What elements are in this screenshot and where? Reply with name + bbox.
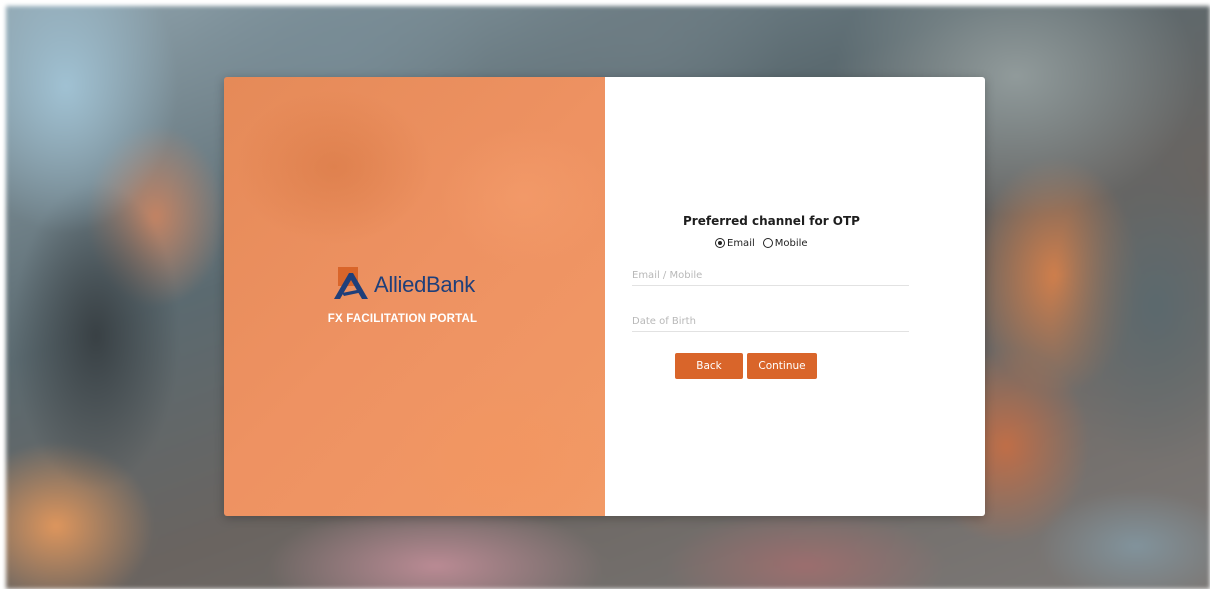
- email-mobile-placeholder: Email / Mobile: [632, 270, 703, 281]
- email-radio-label[interactable]: Email: [727, 238, 755, 249]
- mobile-radio[interactable]: [762, 238, 773, 248]
- bank-name: AlliedBank: [374, 272, 475, 297]
- brand-panel: AlliedBank FX FACILITATION PORTAL: [224, 77, 605, 516]
- bank-logo: AlliedBank: [332, 267, 492, 303]
- login-page: AlliedBank FX FACILITATION PORTAL Prefer…: [0, 0, 1210, 589]
- otp-form-panel: Preferred channel for OTP Email Mobile E…: [605, 77, 985, 516]
- date-of-birth-input[interactable]: Date of Birth: [632, 315, 909, 332]
- date-of-birth-placeholder: Date of Birth: [632, 316, 696, 327]
- portal-title: FX FACILITATION PORTAL: [327, 313, 478, 325]
- mobile-radio-label[interactable]: Mobile: [775, 238, 808, 249]
- back-button[interactable]: Back: [675, 353, 743, 379]
- otp-channel-options: Email Mobile: [715, 235, 816, 251]
- login-card: AlliedBank FX FACILITATION PORTAL Prefer…: [224, 77, 985, 516]
- otp-channel-heading: Preferred channel for OTP: [683, 214, 860, 228]
- allied-bank-logo-icon: [334, 267, 368, 299]
- email-radio[interactable]: [715, 238, 725, 248]
- continue-button[interactable]: Continue: [747, 353, 817, 379]
- email-mobile-input[interactable]: Email / Mobile: [632, 269, 909, 286]
